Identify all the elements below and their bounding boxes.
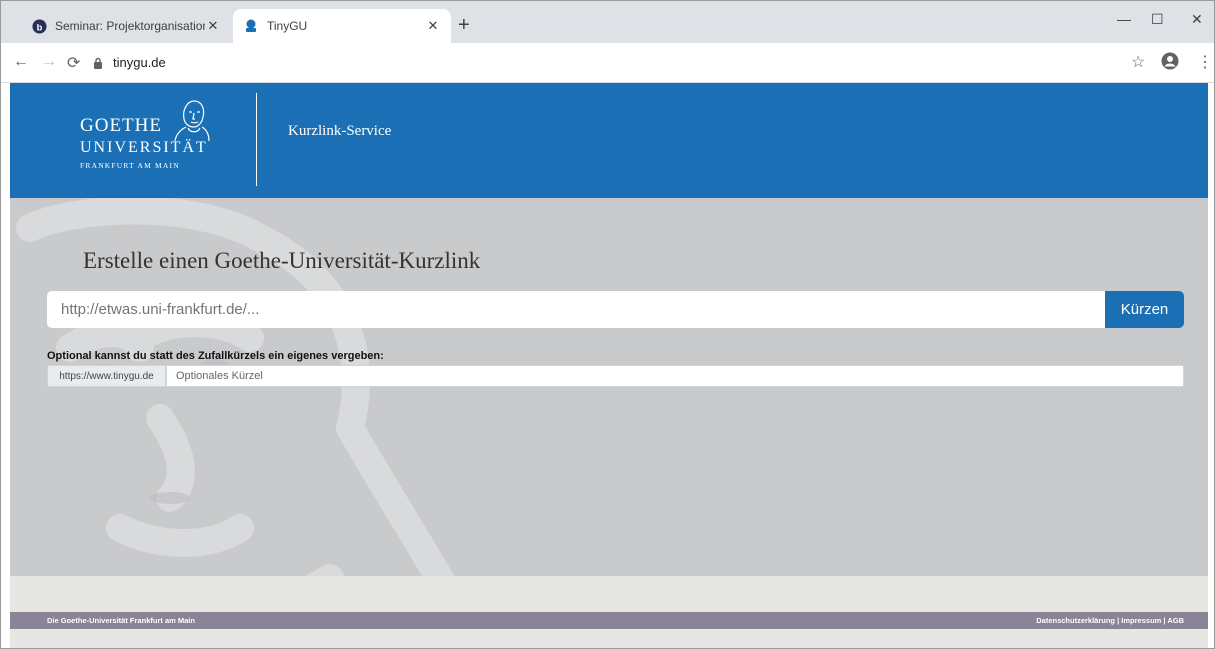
privacy-link[interactable]: Datenschutzerklärung [1036,616,1115,625]
footer-university-link[interactable]: Die Goethe-Universität Frankfurt am Main [47,616,195,625]
imprint-link[interactable]: Impressum [1121,616,1161,625]
long-url-input[interactable] [47,291,1106,328]
service-title[interactable]: Kurzlink-Service [288,123,391,140]
forward-arrow-icon[interactable]: → [41,53,57,71]
site-header: GOETHE UNIVERSITÄT FRANKFURT AM MAIN Kur… [10,83,1208,198]
reload-icon[interactable]: ⟳ [67,53,80,73]
lock-icon [94,57,102,69]
bottom-band [10,629,1208,648]
footer-links: Datenschutzerklärung | Impressum | AGB [1036,616,1184,625]
tab-tinygu[interactable]: TinyGU ✕ [233,9,451,43]
url-prefix-addon: https://www.tinygu.de [47,365,166,387]
logo-goethe-text: GOETHE [80,115,162,136]
tab-strip: b Seminar: Projektorganisation ✕ TinyGU … [1,1,1214,43]
address-bar[interactable]: tinygu.de [113,55,166,70]
blackboard-favicon-icon: b [31,18,47,34]
goethe-bust-icon [174,100,210,141]
maximize-icon[interactable]: ☐ [1151,11,1164,28]
terms-link[interactable]: AGB [1167,616,1184,625]
goethe-favicon-icon [243,18,259,34]
header-divider [256,93,257,186]
close-tab-icon[interactable]: ✕ [425,18,441,34]
close-window-icon[interactable]: ✕ [1191,11,1203,28]
minimize-icon[interactable]: — [1117,11,1131,27]
browser-window: b Seminar: Projektorganisation ✕ TinyGU … [0,0,1215,649]
page-content: GOETHE UNIVERSITÄT FRANKFURT AM MAIN Kur… [10,83,1208,648]
site-footer: Die Goethe-Universität Frankfurt am Main… [10,612,1208,629]
tab-title: Seminar: Projektorganisation [55,19,205,33]
menu-kebab-icon[interactable]: ⋮ [1197,52,1213,72]
new-tab-icon[interactable]: + [458,15,470,35]
browser-toolbar: ← → ⟳ tinygu.de ☆ ⋮ [1,43,1214,83]
back-arrow-icon[interactable]: ← [13,53,29,71]
close-tab-icon[interactable]: ✕ [205,18,221,34]
tab-title: TinyGU [267,19,308,33]
custom-alias-input[interactable] [166,365,1184,387]
optional-alias-label: Optional kannst du statt des Zufallkürze… [47,350,384,362]
profile-avatar-icon[interactable] [1161,52,1179,75]
svg-text:b: b [36,22,42,32]
tab-seminar[interactable]: b Seminar: Projektorganisation ✕ [21,9,231,43]
lower-band [10,576,1208,612]
bookmark-star-icon[interactable]: ☆ [1131,52,1145,72]
page-headline: Erstelle einen Goethe-Universität-Kurzli… [83,248,481,273]
shorten-button[interactable]: Kürzen [1105,291,1184,328]
logo-frankfurt-text: FRANKFURT AM MAIN [80,161,180,170]
logo-universitaet-text: UNIVERSITÄT [80,139,208,156]
